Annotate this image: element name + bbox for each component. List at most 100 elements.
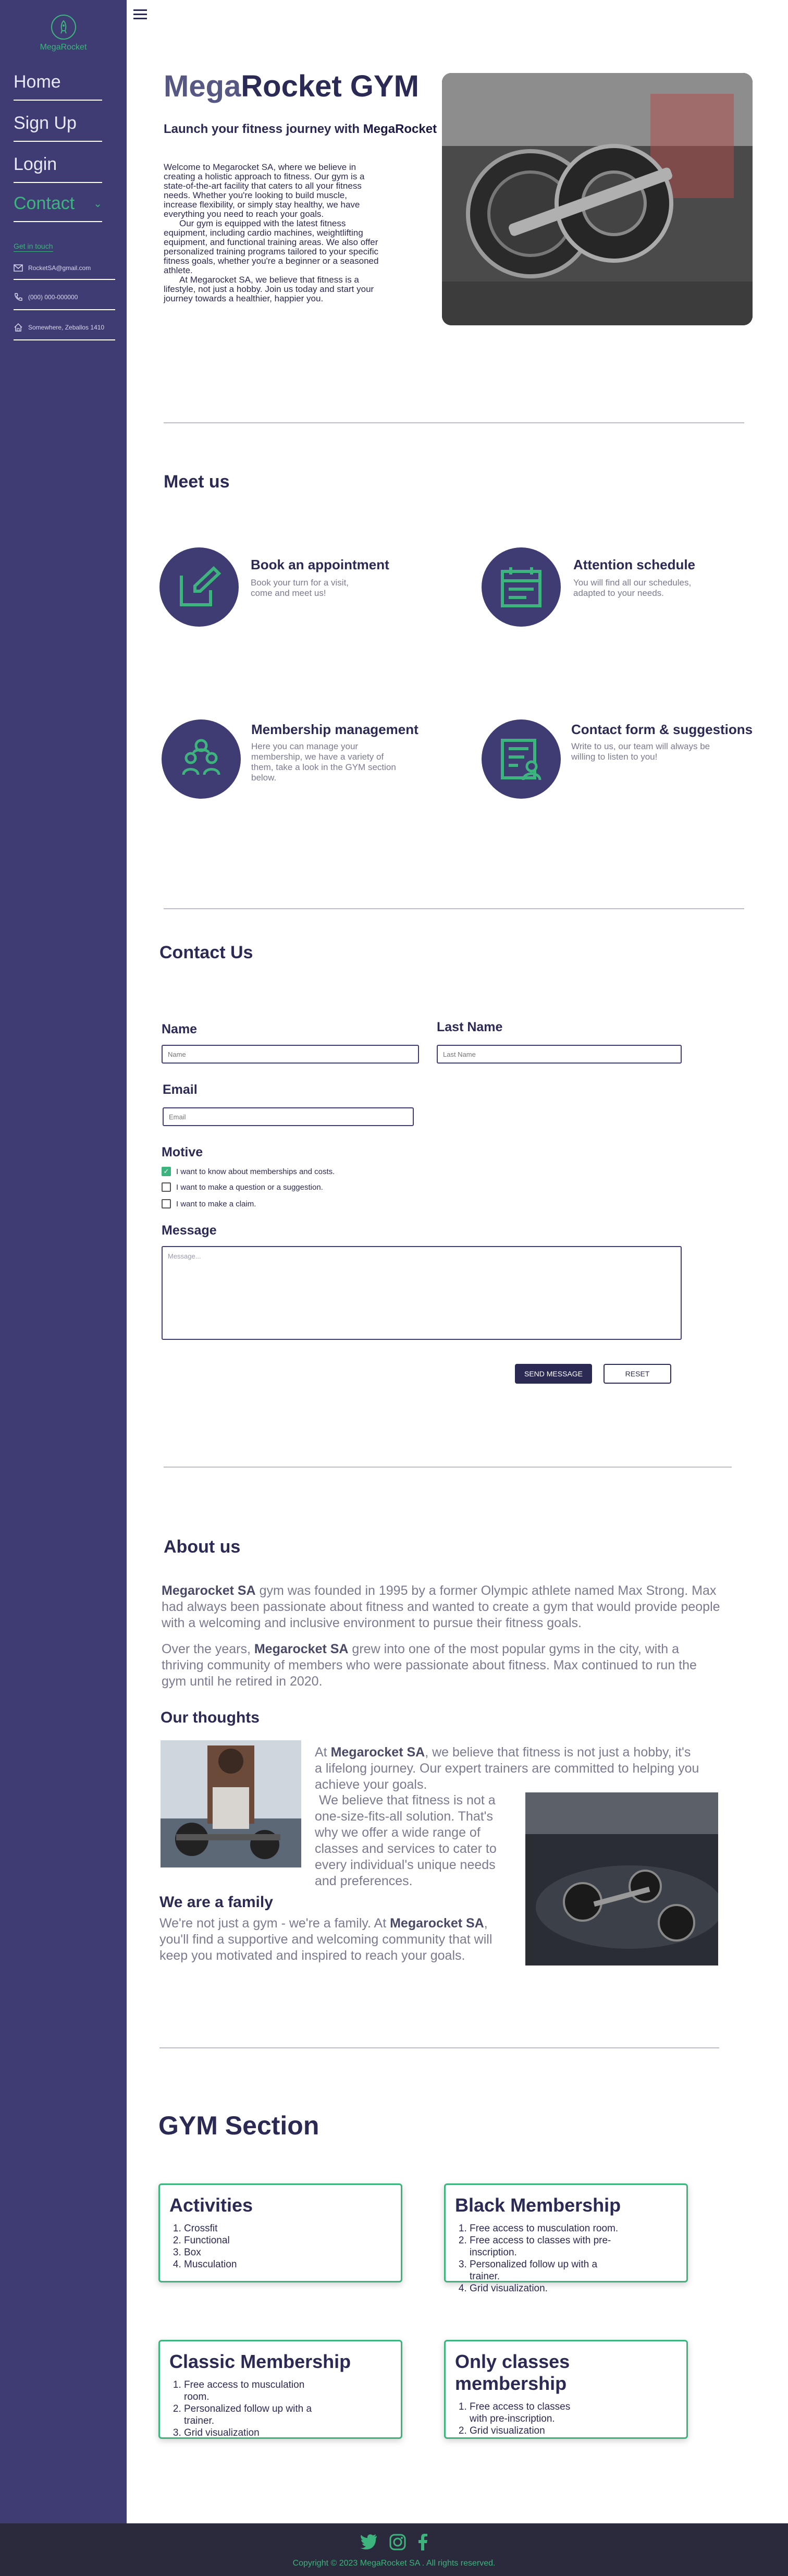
dumbbells-image	[442, 73, 753, 325]
section-divider	[164, 908, 744, 909]
feature-desc: Book your turn for a visit, come and mee…	[251, 578, 349, 598]
nav-login[interactable]: Login	[14, 152, 102, 183]
nav-contact[interactable]: Contact ⌄	[14, 193, 102, 222]
list-item: Grid visualization	[470, 2425, 580, 2437]
logo[interactable]: MegaRocket	[0, 15, 127, 52]
card-list: Crossfit Functional Box Musculation	[169, 2223, 391, 2270]
feature-desc: You will find all our schedules, adapted…	[573, 578, 692, 598]
contact-address[interactable]: Somewhere, Zeballos 1410	[14, 310, 115, 340]
nav-sign-up[interactable]: Sign Up	[14, 111, 102, 142]
checkbox[interactable]	[162, 1199, 171, 1208]
list-item: Free access to classes with pre-inscript…	[470, 2235, 627, 2258]
thoughts-paragraph: At Megarocket SA, we believe that fitnes…	[315, 1745, 699, 1792]
list-item: Functional	[184, 2235, 391, 2247]
list-item: Musculation	[184, 2258, 391, 2270]
card-title: Activities	[169, 2194, 253, 2216]
section-divider	[164, 1467, 732, 1468]
message-label: Message	[162, 1223, 217, 1238]
sidebar: MegaRocket Home Sign Up Login Contact ⌄ …	[0, 0, 127, 2576]
our-thoughts-title: Our thoughts	[161, 1709, 260, 1726]
about-paragraph: Over the years, Megarocket SA grew into …	[162, 1642, 697, 1689]
twitter-icon[interactable]	[360, 2534, 378, 2549]
calendar-icon	[482, 547, 561, 627]
instagram-icon[interactable]	[389, 2534, 406, 2550]
card-classic-membership[interactable]: Classic Membership Free access to muscul…	[158, 2340, 402, 2439]
meet-us-title: Meet us	[164, 472, 230, 492]
hero-paragraph: At Megarocket SA, we believe that fitnes…	[164, 275, 374, 303]
email-input[interactable]	[163, 1107, 414, 1126]
card-title: Only classes membership	[455, 2351, 570, 2394]
reset-button[interactable]: RESET	[604, 1364, 671, 1384]
email-label: Email	[163, 1082, 198, 1097]
last-name-input[interactable]	[437, 1045, 682, 1064]
list-item: Free access to musculation room.	[184, 2379, 331, 2403]
checkbox-checked[interactable]: ✓	[162, 1167, 171, 1176]
card-title: Classic Membership	[169, 2351, 351, 2372]
footer: Copyright © 2023 MegaRocket SA . All rig…	[0, 2523, 788, 2576]
hamburger-menu-icon[interactable]	[133, 9, 147, 22]
card-black-membership[interactable]: Black Membership Free access to musculat…	[444, 2183, 688, 2294]
motive-option[interactable]: I want to make a claim.	[162, 1199, 256, 1208]
contact-title: Contact Us	[159, 943, 253, 962]
feature-title: Attention schedule	[573, 557, 696, 572]
feature-title: Membership management	[251, 722, 418, 737]
mail-icon	[14, 264, 23, 272]
feature-contact-form[interactable]: Contact form & suggestions Write to us, …	[482, 719, 753, 803]
hero-paragraph: Welcome to Megarocket SA, where we belie…	[164, 162, 365, 219]
form-icon	[482, 719, 561, 799]
contact-address-text: Somewhere, Zeballos 1410	[28, 324, 105, 331]
edit-icon	[159, 547, 239, 627]
motive-option-label: I want to make a question or a suggestio…	[176, 1182, 323, 1192]
contact-phone[interactable]: (000) 000-000000	[14, 280, 115, 310]
about-paragraph: Megarocket SA gym was founded in 1995 by…	[162, 1583, 720, 1630]
chevron-down-icon: ⌄	[93, 198, 102, 210]
gym-section-title: GYM Section	[158, 2111, 319, 2140]
contact-email[interactable]: RocketSA@gmail.com	[14, 252, 115, 280]
nav-home[interactable]: Home	[14, 70, 102, 101]
feature-book-appointment[interactable]: Book an appointment Book your turn for a…	[159, 547, 430, 631]
list-item: Box	[184, 2247, 391, 2258]
send-message-button[interactable]: SEND MESSAGE	[515, 1364, 592, 1384]
motive-option[interactable]: I want to make a question or a suggestio…	[162, 1182, 323, 1192]
card-activities[interactable]: Activities Crossfit Functional Box Muscu…	[158, 2183, 402, 2282]
message-textarea[interactable]: Message...	[162, 1246, 682, 1340]
main-nav: Home Sign Up Login Contact ⌄ Get in touc…	[14, 70, 115, 340]
page-title: MegaRocket GYM	[164, 69, 419, 103]
list-item: Grid visualization	[184, 2427, 331, 2439]
facebook-icon[interactable]	[417, 2534, 428, 2550]
card-only-classes-membership[interactable]: Only classes membership Free access to c…	[444, 2340, 688, 2439]
card-list: Free access to classes with pre-inscript…	[455, 2401, 580, 2437]
motive-option-label: I want to make a claim.	[176, 1199, 256, 1208]
feature-desc: Here you can manage your membership, we …	[251, 741, 396, 783]
contact-phone-text: (000) 000-000000	[28, 294, 78, 301]
section-divider	[164, 422, 744, 423]
list-item: Crossfit	[184, 2223, 391, 2235]
list-item: Grid visualization.	[470, 2282, 627, 2294]
group-icon	[162, 719, 241, 799]
feature-membership-management[interactable]: Membership management Here you can manag…	[162, 719, 433, 803]
list-item: Personalized follow up with a trainer.	[470, 2258, 627, 2282]
motive-label: Motive	[162, 1145, 203, 1159]
family-title: We are a family	[159, 1894, 273, 1911]
copyright: Copyright © 2023 MegaRocket SA . All rig…	[292, 2559, 496, 2568]
card-list: Free access to musculation room. Persona…	[169, 2379, 331, 2439]
hero-description: Welcome to Megarocket SA, where we belie…	[164, 163, 383, 303]
phone-icon	[15, 293, 22, 301]
workout-image	[161, 1740, 301, 1867]
feature-desc: Write to us, our team will always be wil…	[571, 741, 710, 762]
card-list: Free access to musculation room. Free ac…	[455, 2223, 627, 2294]
name-input[interactable]	[162, 1045, 419, 1064]
contact-email-text: RocketSA@gmail.com	[28, 264, 91, 272]
motive-option[interactable]: ✓ I want to know about memberships and c…	[162, 1167, 335, 1176]
rocket-icon	[51, 15, 76, 40]
last-name-label: Last Name	[437, 1020, 503, 1034]
logo-text: MegaRocket	[40, 43, 87, 52]
feature-attention-schedule[interactable]: Attention schedule You will find all our…	[482, 547, 753, 631]
checkbox[interactable]	[162, 1182, 171, 1192]
section-divider	[159, 2047, 719, 2048]
get-in-touch-link[interactable]: Get in touch	[14, 242, 53, 252]
list-item: Free access to classes with pre-inscript…	[470, 2401, 580, 2425]
thoughts-paragraph: We believe that fitness is not a one-siz…	[315, 1793, 497, 1888]
card-title: Black Membership	[455, 2194, 621, 2216]
social-links	[0, 2534, 788, 2550]
